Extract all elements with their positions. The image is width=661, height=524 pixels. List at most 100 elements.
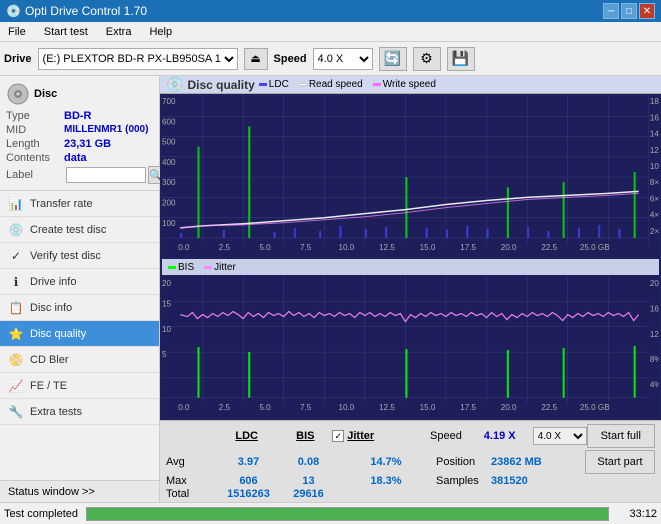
svg-text:22.5: 22.5 — [541, 403, 557, 412]
svg-text:600: 600 — [162, 117, 176, 126]
menu-file[interactable]: File — [4, 25, 30, 39]
max-jitter: 18.3% — [336, 475, 436, 487]
chart-header: 💿 Disc quality LDC Read speed Write spee… — [160, 76, 661, 94]
sidebar-item-fe-te[interactable]: 📈 FE / TE — [0, 373, 159, 399]
svg-text:8%: 8% — [650, 355, 659, 364]
stats-speed-select[interactable]: 4.0 X — [533, 427, 587, 445]
start-full-button[interactable]: Start full — [587, 424, 655, 448]
legend-write-speed-label: Write speed — [383, 79, 436, 90]
svg-text:5.0: 5.0 — [259, 403, 271, 412]
drivebar: Drive (E:) PLEXTOR BD-R PX-LB950SA 1.06 … — [0, 42, 661, 76]
stats-col-jitter-wrap: ✓ Jitter — [332, 430, 430, 442]
status-window-button[interactable]: Status window >> — [0, 480, 159, 502]
save-button[interactable]: 💾 — [447, 47, 475, 71]
svg-text:2×: 2× — [650, 227, 659, 236]
jitter-checkbox[interactable]: ✓ — [332, 430, 344, 442]
svg-text:10.0: 10.0 — [338, 243, 354, 252]
legend-bis-dot — [168, 266, 176, 269]
app-title: Opti Drive Control 1.70 — [25, 4, 147, 18]
left-panel: Disc Type BD-R MID MILLENMR1 (000) Lengt… — [0, 76, 160, 502]
verify-test-disc-icon: ✓ — [8, 248, 24, 264]
progress-bar-container — [86, 507, 609, 521]
menu-start-test[interactable]: Start test — [40, 25, 92, 39]
settings-button[interactable]: ⚙ — [413, 47, 441, 71]
total-bis: 29616 — [281, 488, 336, 500]
refresh-button[interactable]: 🔄 — [379, 47, 407, 71]
disc-info-icon: 📋 — [8, 300, 24, 316]
avg-jitter: 14.7% — [336, 456, 436, 468]
legend-jitter: Jitter — [204, 262, 236, 273]
eject-button[interactable]: ⏏ — [244, 48, 268, 70]
sidebar-nav: 📊 Transfer rate 💿 Create test disc ✓ Ver… — [0, 191, 159, 480]
create-test-disc-icon: 💿 — [8, 222, 24, 238]
titlebar-controls: ─ □ ✕ — [603, 3, 655, 19]
menu-extra[interactable]: Extra — [102, 25, 136, 39]
fe-te-icon: 📈 — [8, 378, 24, 394]
speed-select[interactable]: 4.0 X — [313, 48, 373, 70]
svg-text:20%: 20% — [650, 279, 659, 288]
svg-text:10: 10 — [162, 325, 172, 334]
nav-label-disc-quality: Disc quality — [30, 328, 86, 340]
stats-max-row: Max 606 13 18.3% Samples 381520 — [166, 475, 655, 487]
svg-text:10.0: 10.0 — [338, 403, 354, 412]
close-button[interactable]: ✕ — [639, 3, 655, 19]
sidebar-item-extra-tests[interactable]: 🔧 Extra tests — [0, 399, 159, 425]
svg-text:7.5: 7.5 — [300, 403, 312, 412]
disc-info-panel: Disc Type BD-R MID MILLENMR1 (000) Lengt… — [0, 76, 159, 191]
nav-label-cd-bler: CD Bler — [30, 354, 69, 366]
legend-jitter-label: Jitter — [214, 262, 236, 273]
svg-text:20: 20 — [162, 279, 172, 288]
label-input[interactable] — [66, 167, 146, 183]
nav-label-disc-info: Disc info — [30, 302, 72, 314]
avg-bis: 0.08 — [281, 456, 336, 468]
total-label: Total — [166, 488, 216, 500]
lower-chart: 20 15 10 5 20% 16% 12% 8% 4% 0.0 2.5 5.0… — [162, 276, 659, 418]
start-part-button[interactable]: Start part — [585, 450, 655, 474]
stats-speed-value: 4.19 X — [484, 430, 533, 442]
stats-total-row: Total 1516263 29616 — [166, 488, 655, 500]
speed-label: Speed — [274, 53, 307, 65]
svg-text:5.0: 5.0 — [259, 243, 271, 252]
upper-chart: 700 600 500 400 300 200 100 18× 16× 14× … — [162, 96, 659, 258]
cd-bler-icon: 📀 — [8, 352, 24, 368]
svg-text:20.0: 20.0 — [501, 243, 517, 252]
disc-title: Disc — [34, 88, 57, 100]
minimize-button[interactable]: ─ — [603, 3, 619, 19]
svg-text:12.5: 12.5 — [379, 403, 395, 412]
maximize-button[interactable]: □ — [621, 3, 637, 19]
sidebar-item-create-test-disc[interactable]: 💿 Create test disc — [0, 217, 159, 243]
sidebar-item-drive-info[interactable]: ℹ Drive info — [0, 269, 159, 295]
svg-text:25.0 GB: 25.0 GB — [580, 243, 610, 252]
drive-select[interactable]: (E:) PLEXTOR BD-R PX-LB950SA 1.06 — [38, 48, 238, 70]
sidebar-item-disc-quality[interactable]: ⭐ Disc quality — [0, 321, 159, 347]
menu-help[interactable]: Help — [145, 25, 176, 39]
chart-title: Disc quality — [187, 78, 254, 92]
bottom-bar: Test completed 33:12 — [0, 502, 661, 524]
legend-read-speed: Read speed — [299, 79, 363, 90]
sidebar-item-verify-test-disc[interactable]: ✓ Verify test disc — [0, 243, 159, 269]
svg-text:4×: 4× — [650, 211, 659, 220]
charts-area: 700 600 500 400 300 200 100 18× 16× 14× … — [160, 94, 661, 420]
sidebar-item-disc-info[interactable]: 📋 Disc info — [0, 295, 159, 321]
type-label: Type — [6, 110, 64, 122]
sidebar-item-cd-bler[interactable]: 📀 CD Bler — [0, 347, 159, 373]
svg-text:6×: 6× — [650, 194, 659, 203]
label-label: Label — [6, 169, 64, 181]
svg-text:22.5: 22.5 — [541, 243, 557, 252]
svg-text:2.5: 2.5 — [219, 243, 231, 252]
progress-bar-fill — [87, 508, 608, 520]
svg-text:18×: 18× — [650, 97, 659, 106]
sidebar-item-transfer-rate[interactable]: 📊 Transfer rate — [0, 191, 159, 217]
nav-label-fe-te: FE / TE — [30, 380, 67, 392]
stats-section: LDC BIS ✓ Jitter Speed 4.19 X 4.0 X Star… — [160, 420, 661, 502]
svg-text:5: 5 — [162, 350, 167, 359]
max-label: Max — [166, 475, 216, 487]
titlebar: 💿 Opti Drive Control 1.70 ─ □ ✕ — [0, 0, 661, 22]
svg-text:17.5: 17.5 — [460, 243, 476, 252]
samples-value: 381520 — [491, 475, 571, 487]
svg-text:16%: 16% — [650, 305, 659, 314]
legend-read-speed-label: Read speed — [309, 79, 363, 90]
max-bis: 13 — [281, 475, 336, 487]
stats-headers: LDC BIS ✓ Jitter Speed 4.19 X 4.0 X Star… — [166, 424, 655, 448]
mid-label: MID — [6, 124, 64, 136]
